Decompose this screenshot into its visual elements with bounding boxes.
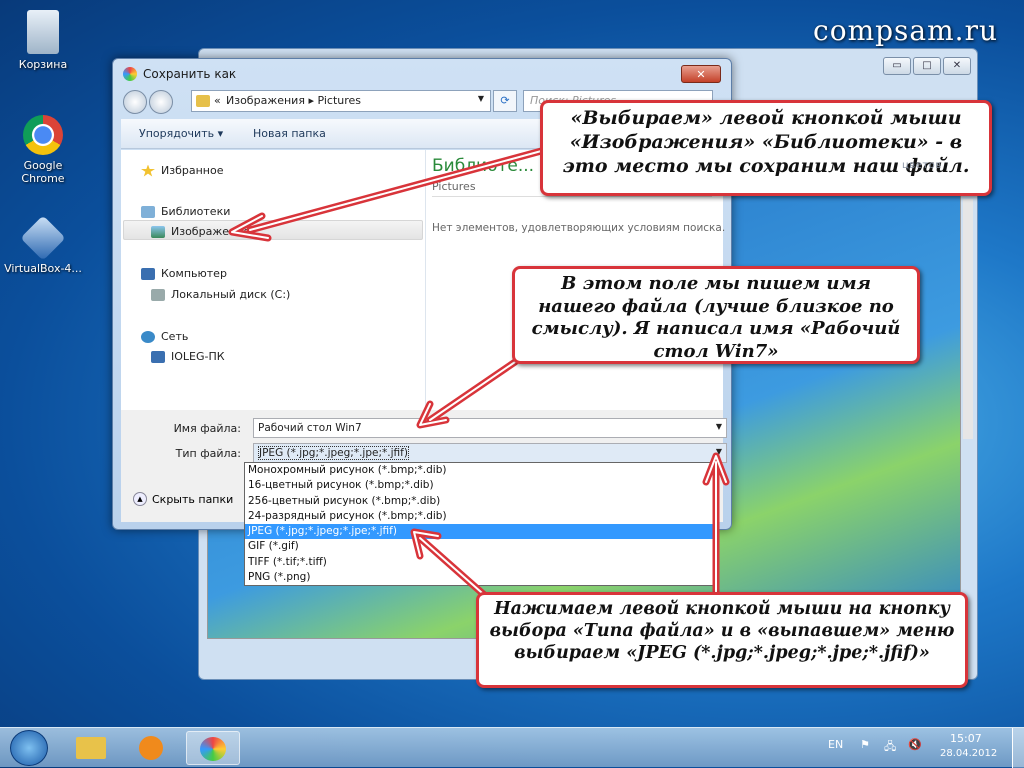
clock-time[interactable]: 15:07	[950, 732, 982, 745]
arrow-to-dropdown-button	[702, 452, 730, 596]
paint-icon	[200, 737, 226, 761]
clock-date[interactable]: 28.04.2012	[940, 748, 997, 759]
volume-muted-icon[interactable]: 🔇	[908, 738, 922, 751]
taskbar: EN ⚑ 🖧 🔇 15:07 28.04.2012	[0, 727, 1024, 768]
arrow-to-filename	[416, 358, 519, 429]
start-button[interactable]	[10, 730, 48, 766]
folder-icon	[76, 737, 106, 759]
show-desktop-button[interactable]	[1012, 728, 1024, 768]
network-icon[interactable]: 🖧	[884, 738, 896, 757]
taskbar-explorer[interactable]	[64, 731, 118, 765]
colors-label: цветов	[902, 160, 942, 171]
arrow-to-images	[228, 146, 549, 242]
taskbar-media-player[interactable]	[124, 731, 178, 765]
callout-filename: В этом поле мы пишем имя нашего файла (л…	[512, 266, 920, 364]
arrow-to-jpeg	[410, 528, 494, 604]
callout-images: «Выбираем» левой кнопкой мыши «Изображен…	[540, 100, 992, 196]
taskbar-paint[interactable]	[186, 731, 240, 765]
callout-filetype: Нажимаем левой кнопкой мыши на кнопку вы…	[476, 592, 968, 688]
action-center-icon[interactable]: ⚑	[860, 738, 870, 751]
media-player-icon	[139, 736, 163, 760]
language-indicator[interactable]: EN	[828, 738, 843, 751]
